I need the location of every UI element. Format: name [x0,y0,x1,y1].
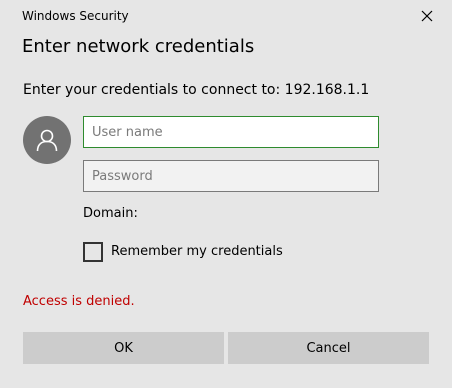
user-icon [36,129,58,152]
error-message: Access is denied. [23,294,135,309]
window-title: Windows Security [22,9,129,23]
credentials-dialog: Windows Security Enter network credentia… [0,0,452,388]
close-button[interactable] [408,0,446,32]
dialog-heading: Enter network credentials [22,36,255,57]
remember-label: Remember my credentials [111,244,283,259]
ok-button[interactable]: OK [23,332,224,364]
remember-credentials-toggle[interactable]: Remember my credentials [83,241,283,263]
password-field[interactable] [83,160,379,192]
avatar [23,116,71,164]
remember-checkbox[interactable] [83,242,103,262]
connection-prompt: Enter your credentials to connect to: 19… [23,82,370,98]
username-field[interactable] [83,116,379,148]
close-icon [421,10,433,22]
domain-label: Domain: [83,206,138,221]
cancel-button[interactable]: Cancel [228,332,429,364]
